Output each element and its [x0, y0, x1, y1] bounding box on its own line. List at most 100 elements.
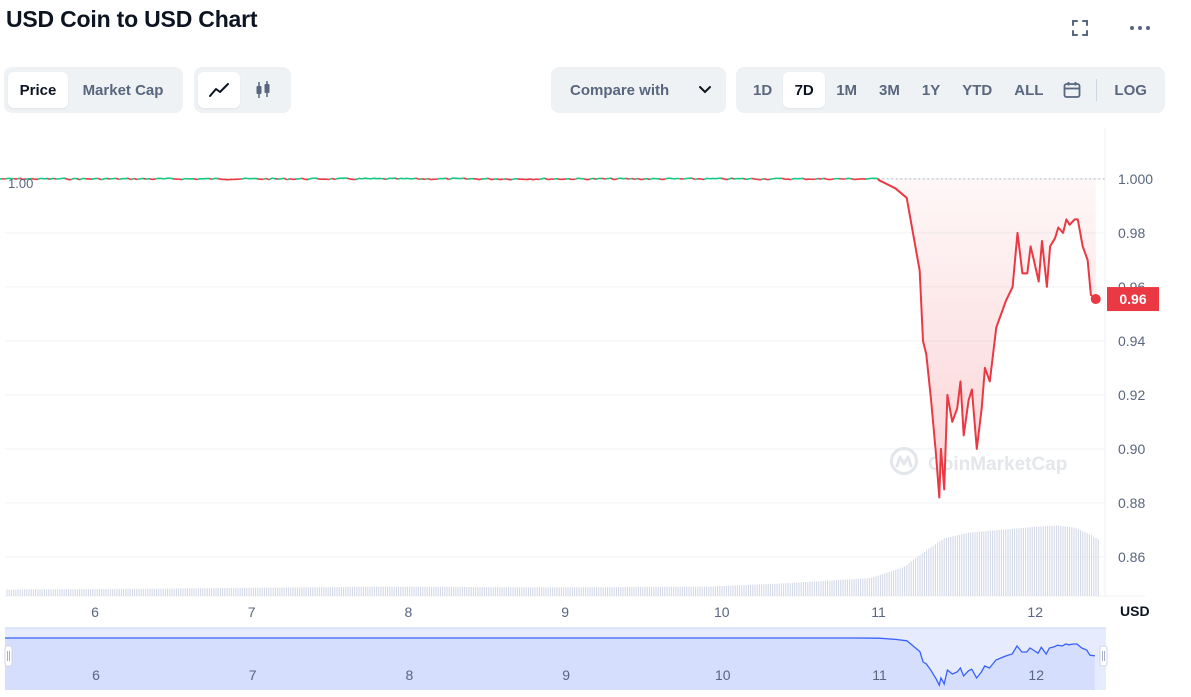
price-line-segment	[328, 177, 333, 181]
price-line-segment	[181, 177, 186, 181]
navigator-handle[interactable]	[1099, 645, 1108, 667]
price-line-segment	[271, 177, 276, 180]
time-range-selector: 1D 7D 1M 3M 1Y YTD ALL LOG	[736, 67, 1165, 113]
price-line-segment	[478, 178, 483, 181]
compare-with-dropdown[interactable]: Compare with	[551, 67, 726, 113]
price-line-segment	[631, 177, 636, 181]
range-1m[interactable]: 1M	[825, 72, 868, 108]
log-scale-toggle[interactable]: LOG	[1103, 72, 1158, 108]
range-7d[interactable]: 7D	[783, 72, 826, 108]
date-picker-button[interactable]	[1054, 72, 1090, 108]
price-line-segment	[595, 177, 600, 180]
y-tick-label: 0.92	[1118, 387, 1145, 403]
current-price-dot	[1090, 294, 1101, 305]
price-line-segment	[280, 177, 285, 180]
price-line-segment	[844, 177, 849, 180]
price-line-segment	[448, 177, 453, 181]
current-price-tag	[1107, 287, 1159, 312]
y-tick-label: 0.90	[1118, 441, 1145, 457]
chart-gridlines	[5, 128, 1145, 597]
price-line-segment	[700, 178, 705, 181]
navigator-tick-label: 9	[562, 667, 570, 683]
y-tick-label: 0.86	[1118, 549, 1145, 565]
y-tick-label: 0.98	[1118, 225, 1145, 241]
price-line-segment	[286, 178, 291, 181]
price-line-segment	[97, 177, 102, 181]
tab-market-cap[interactable]: Market Cap	[68, 72, 178, 108]
price-line-segment	[814, 177, 819, 181]
volume-bars	[6, 525, 1099, 596]
price-line-segment	[790, 177, 795, 181]
price-line-segment	[70, 177, 75, 181]
price-line-segment	[283, 177, 288, 181]
price-line-segment	[619, 177, 624, 180]
price-line-segment	[532, 178, 537, 181]
price-line-segment	[208, 177, 213, 181]
y-tick-label: 0.94	[1118, 333, 1145, 349]
price-line	[0, 177, 1097, 499]
range-ytd[interactable]: YTD	[951, 72, 1003, 108]
watermark-text: CoinMarketCap	[928, 454, 1067, 475]
x-tick-label: 9	[561, 604, 569, 620]
price-line-segment	[196, 178, 201, 181]
range-1y[interactable]: 1Y	[911, 72, 951, 108]
price-line-segment	[331, 177, 336, 181]
page-title: USD Coin to USD Chart	[6, 6, 258, 32]
price-line-segment	[787, 178, 792, 181]
chart-markers: 0.96	[1090, 287, 1159, 312]
price-line-segment	[613, 178, 618, 181]
price-line-segment	[307, 177, 312, 181]
price-line-segment	[526, 178, 531, 181]
price-line-segment	[46, 177, 51, 180]
watermark: CoinMarketCap	[890, 447, 1067, 475]
price-line-segment	[634, 177, 639, 181]
price-line-segment	[823, 177, 828, 180]
price-line-segment	[772, 177, 777, 180]
price-line-segment	[16, 177, 21, 180]
price-line-segment	[406, 177, 411, 180]
price-line-segment	[703, 177, 708, 181]
x-tick-label: 10	[714, 604, 730, 620]
price-line-segment	[136, 178, 141, 181]
navigator[interactable]: 6 7 8 9 10 11 12	[4, 627, 1108, 690]
price-area	[895, 178, 1096, 498]
toolbar-divider	[1096, 79, 1098, 101]
price-line-segment	[154, 177, 159, 180]
price-line-segment	[541, 177, 546, 180]
price-line-segment	[415, 177, 420, 181]
more-options-icon[interactable]	[1126, 14, 1154, 42]
price-line-segment	[169, 177, 174, 180]
price-line-segment	[637, 177, 642, 181]
x-tick-label: 12	[1027, 604, 1043, 620]
price-line-segment	[715, 177, 720, 180]
x-tick-label: 8	[405, 604, 413, 620]
price-line-segment	[193, 178, 198, 181]
y-tick-label: 0.96	[1118, 279, 1145, 295]
chevron-down-icon	[699, 86, 711, 94]
y-tick-label: 1.000	[1118, 171, 1153, 187]
price-line-segment	[445, 177, 450, 181]
price-line-segment	[436, 177, 441, 180]
range-all[interactable]: ALL	[1003, 72, 1054, 108]
price-line-segment	[556, 177, 561, 181]
price-line-segment	[397, 177, 402, 180]
range-3m[interactable]: 3M	[868, 72, 911, 108]
price-line-segment	[217, 177, 222, 181]
price-line-segment	[412, 177, 417, 180]
navigator-tick-label: 6	[92, 667, 100, 683]
price-line-segment	[301, 177, 306, 181]
navigator-handle[interactable]	[4, 645, 13, 667]
line-chart-button[interactable]	[198, 72, 240, 108]
price-line-segment	[370, 177, 375, 180]
navigator-tick-label: 12	[1028, 667, 1044, 683]
range-1d[interactable]: 1D	[742, 72, 783, 108]
fullscreen-icon[interactable]	[1066, 14, 1094, 42]
price-line-segment	[583, 178, 588, 181]
tab-price[interactable]: Price	[8, 72, 68, 108]
candlestick-button[interactable]	[240, 72, 286, 108]
price-line-segment	[334, 177, 339, 181]
navigator-selection	[5, 628, 1106, 690]
price-line-segment	[547, 178, 552, 181]
navigator-tick-label: 7	[249, 667, 257, 683]
price-line-segment	[577, 177, 582, 180]
